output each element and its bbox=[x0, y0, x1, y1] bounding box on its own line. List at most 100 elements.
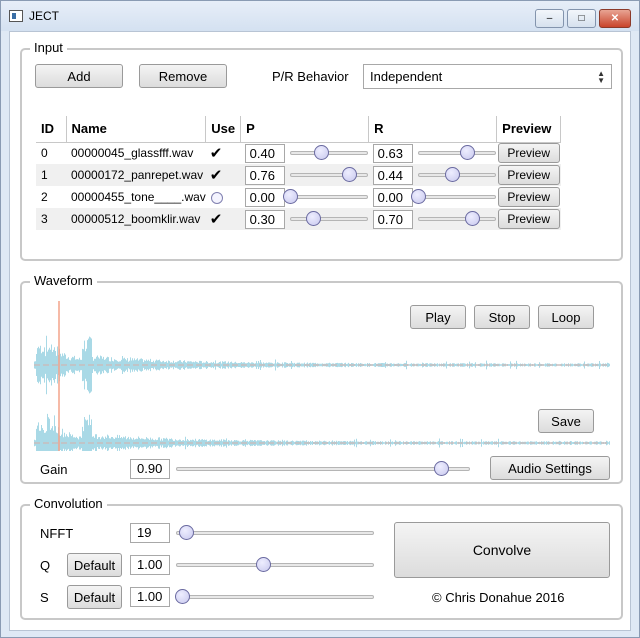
stop-button[interactable]: Stop bbox=[474, 305, 530, 329]
use-checkbox-checked[interactable]: ✔ bbox=[210, 144, 223, 162]
convolution-group-title: Convolution bbox=[30, 497, 107, 511]
q-slider-track bbox=[176, 563, 374, 567]
table-header-row: ID Name Use P R Preview bbox=[36, 116, 562, 143]
maximize-icon[interactable]: □ bbox=[567, 9, 596, 28]
waveform-channel-1 bbox=[34, 335, 610, 395]
r-slider[interactable] bbox=[417, 145, 496, 161]
row-id: 0 bbox=[41, 146, 48, 161]
use-checkbox-checked[interactable]: ✔ bbox=[210, 210, 223, 228]
q-field[interactable]: 1.00 bbox=[130, 555, 170, 575]
table-row[interactable]: 2 00000455_tone____.wav 0.00 0.00 Preview bbox=[36, 186, 561, 208]
column-header-id[interactable]: ID bbox=[36, 116, 67, 143]
gain-slider-thumb[interactable] bbox=[433, 461, 449, 476]
q-slider[interactable] bbox=[176, 557, 374, 573]
pr-behavior-select[interactable]: Independent ▲ ▼ bbox=[363, 64, 612, 89]
q-default-button[interactable]: Default bbox=[67, 553, 122, 577]
column-header-use[interactable]: Use bbox=[205, 116, 242, 143]
column-header-name[interactable]: Name bbox=[66, 116, 207, 143]
preview-button[interactable]: Preview bbox=[497, 165, 560, 185]
s-label: S bbox=[40, 590, 49, 605]
r-slider-thumb[interactable] bbox=[465, 211, 481, 226]
s-slider-thumb[interactable] bbox=[174, 589, 190, 604]
input-group: Input Add Remove P/R Behavior Independen… bbox=[20, 41, 623, 261]
waveform-channel-2 bbox=[34, 413, 610, 451]
s-default-button[interactable]: Default bbox=[67, 585, 122, 609]
table-row[interactable]: 0 00000045_glassfff.wav ✔ 0.40 0.63 Preview bbox=[36, 142, 561, 164]
p-slider[interactable] bbox=[282, 189, 368, 205]
gain-label: Gain bbox=[40, 462, 68, 477]
row-id: 2 bbox=[41, 190, 48, 204]
inputs-table-body: 0 00000045_glassfff.wav ✔ 0.40 0.63 Preview 1 0… bbox=[36, 142, 561, 230]
p-slider-track bbox=[289, 217, 368, 221]
convolve-button[interactable]: Convolve bbox=[394, 522, 610, 578]
play-button[interactable]: Play bbox=[410, 305, 466, 329]
nfft-label: NFFT bbox=[40, 526, 74, 541]
use-checkbox-checked[interactable]: ✔ bbox=[210, 166, 223, 184]
preview-button[interactable]: Preview bbox=[497, 209, 560, 229]
audio-settings-button[interactable]: Audio Settings bbox=[490, 456, 610, 480]
app-window: JECT – □ ✕ Input Add Remove P/R Behavior… bbox=[0, 0, 640, 638]
p-field[interactable]: 0.76 bbox=[244, 165, 285, 185]
r-slider-thumb[interactable] bbox=[459, 145, 475, 161]
preview-button[interactable]: Preview bbox=[497, 143, 560, 164]
p-slider[interactable] bbox=[289, 167, 368, 183]
s-slider[interactable] bbox=[174, 589, 374, 605]
table-row[interactable]: 1 00000172_panrepet.wav ✔ 0.76 0.44 Preview bbox=[36, 164, 561, 186]
q-label: Q bbox=[40, 558, 51, 573]
table-row[interactable]: 3 00000512_boomklir.wav ✔ 0.30 0.70 Preview bbox=[36, 208, 561, 230]
app-icon bbox=[9, 10, 23, 22]
waveform-group-title: Waveform bbox=[30, 274, 97, 288]
gain-field[interactable]: 0.90 bbox=[130, 459, 170, 479]
p-slider-thumb[interactable] bbox=[341, 167, 357, 182]
nfft-slider-thumb[interactable] bbox=[178, 525, 194, 540]
p-field[interactable]: 0.40 bbox=[244, 143, 285, 163]
gain-slider-track bbox=[176, 467, 470, 471]
row-filename: 00000172_panrepet.wav bbox=[71, 168, 204, 182]
s-field[interactable]: 1.00 bbox=[130, 587, 170, 607]
inputs-table: ID Name Use P R Preview 0 00000045_glassf… bbox=[36, 116, 562, 230]
nfft-slider[interactable] bbox=[176, 525, 374, 541]
preview-button[interactable]: Preview bbox=[497, 187, 560, 207]
pr-behavior-label: P/R Behavior bbox=[272, 69, 349, 84]
gain-slider[interactable] bbox=[176, 461, 470, 477]
column-header-r[interactable]: R bbox=[368, 116, 498, 143]
use-checkbox-unchecked[interactable] bbox=[210, 191, 223, 204]
row-filename: 00000512_boomklir.wav bbox=[71, 212, 201, 226]
p-field[interactable]: 0.00 bbox=[244, 187, 285, 207]
p-slider-thumb[interactable] bbox=[306, 211, 322, 226]
close-icon[interactable]: ✕ bbox=[599, 9, 631, 28]
remove-button[interactable]: Remove bbox=[139, 64, 227, 88]
row-filename: 00000455_tone____.wav bbox=[71, 190, 206, 204]
save-button[interactable]: Save bbox=[538, 409, 594, 433]
r-slider[interactable] bbox=[417, 211, 496, 227]
title-bar[interactable]: JECT – □ ✕ bbox=[1, 1, 639, 31]
column-header-p[interactable]: P bbox=[240, 116, 370, 143]
r-slider-thumb[interactable] bbox=[444, 167, 460, 182]
waveform-trace bbox=[34, 413, 610, 451]
p-slider-thumb[interactable] bbox=[282, 189, 298, 204]
r-field[interactable]: 0.44 bbox=[372, 165, 413, 185]
p-field[interactable]: 0.30 bbox=[244, 209, 285, 229]
row-id: 3 bbox=[41, 212, 48, 226]
p-slider-thumb[interactable] bbox=[313, 145, 329, 161]
window-title: JECT bbox=[29, 9, 59, 23]
r-slider[interactable] bbox=[417, 167, 496, 183]
r-field[interactable]: 0.70 bbox=[372, 209, 413, 229]
convolution-group: Convolution NFFT 19 Q Default 1.00 S Def… bbox=[20, 497, 623, 620]
nfft-field[interactable]: 19 bbox=[130, 523, 170, 543]
client-area: Input Add Remove P/R Behavior Independen… bbox=[9, 31, 631, 631]
s-slider-track bbox=[176, 595, 374, 599]
r-field[interactable]: 0.00 bbox=[372, 187, 413, 207]
loop-button[interactable]: Loop bbox=[538, 305, 594, 329]
p-slider[interactable] bbox=[289, 145, 368, 161]
r-slider[interactable] bbox=[410, 189, 496, 205]
column-header-preview[interactable]: Preview bbox=[496, 116, 562, 143]
updown-arrows-icon: ▲ ▼ bbox=[597, 69, 605, 85]
p-slider[interactable] bbox=[289, 211, 368, 227]
r-slider-track bbox=[417, 195, 496, 199]
r-slider-thumb[interactable] bbox=[410, 189, 426, 204]
q-slider-thumb[interactable] bbox=[256, 557, 272, 572]
minimize-icon[interactable]: – bbox=[535, 9, 564, 28]
add-button[interactable]: Add bbox=[35, 64, 123, 88]
r-field[interactable]: 0.63 bbox=[372, 143, 413, 163]
